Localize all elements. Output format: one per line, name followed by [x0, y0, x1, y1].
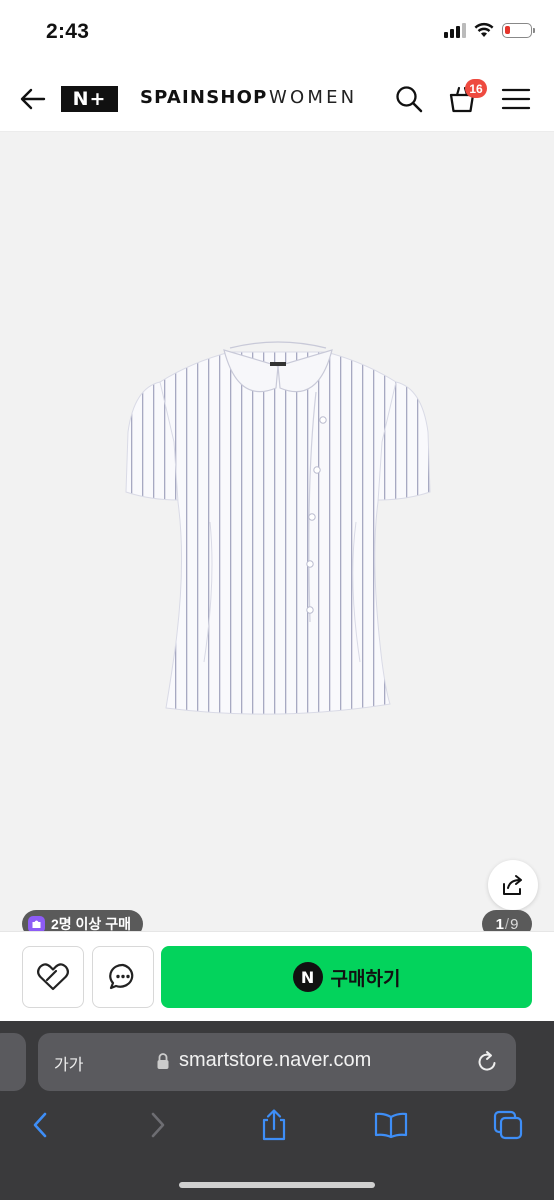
back-button[interactable]: [18, 84, 48, 114]
cart-count-badge: 16: [465, 79, 487, 98]
chat-icon: [109, 963, 134, 990]
cellular-signal-icon: [444, 22, 466, 38]
back-arrow-icon: [20, 88, 46, 110]
share-icon: [262, 1109, 286, 1141]
search-icon: [396, 86, 423, 113]
tabs-icon: [493, 1110, 523, 1140]
purchase-bar: N 구매하기: [0, 931, 554, 1022]
home-indicator[interactable]: [179, 1182, 375, 1188]
forward-icon: [151, 1112, 165, 1138]
status-icons: [444, 22, 535, 38]
buy-button[interactable]: N 구매하기: [161, 946, 532, 1008]
page-current: 1: [495, 915, 504, 933]
heart-icon: [37, 963, 69, 991]
reload-icon: [478, 1051, 496, 1071]
inquiry-button[interactable]: [92, 946, 154, 1008]
status-bar: 2:43: [0, 0, 554, 66]
logo-text: N+: [72, 88, 107, 110]
app-header: N+ SPAINSHOP WOMEN: [0, 66, 554, 132]
product-image-gallery[interactable]: 2명 이상 구매 1/9: [0, 132, 554, 932]
buy-button-label: 구매하기: [330, 968, 401, 990]
url-text: smartstore.naver.com: [179, 1049, 372, 1071]
lock-icon: [157, 1053, 169, 1069]
bookmarks-icon: [374, 1112, 408, 1139]
battery-level: [505, 25, 510, 34]
wifi-icon: [474, 22, 494, 37]
browser-back-button[interactable]: [22, 1107, 58, 1143]
address-bar[interactable]: 가가 smartstore.naver.com: [38, 1033, 516, 1091]
browser-forward-button[interactable]: [140, 1107, 176, 1143]
hamburger-menu-icon: [501, 88, 531, 110]
battery-icon: [502, 22, 535, 38]
wishlist-button[interactable]: [22, 946, 84, 1008]
browser-toolbar: 가가 smartstore.naver.com: [0, 1021, 554, 1200]
page-total: 9: [510, 915, 519, 933]
search-button[interactable]: [393, 83, 425, 115]
reload-button[interactable]: [474, 1049, 500, 1075]
store-category: WOMEN: [269, 87, 358, 108]
share-button[interactable]: [488, 860, 538, 910]
store-name[interactable]: SPAINSHOP: [140, 87, 268, 108]
promo-text: 2명 이상 구매: [51, 916, 131, 932]
image-page-counter: 1/9: [482, 910, 532, 932]
status-time: 2:43: [46, 20, 90, 43]
back-icon: [33, 1112, 47, 1138]
tabs-button[interactable]: [490, 1107, 526, 1143]
browser-share-button[interactable]: [256, 1107, 292, 1143]
bookmarks-button[interactable]: [373, 1107, 409, 1143]
reader-text-size-button[interactable]: 가가: [54, 1051, 83, 1075]
coupon-icon: [28, 915, 45, 932]
menu-button[interactable]: [500, 83, 532, 115]
promo-badge: 2명 이상 구매: [22, 910, 143, 932]
naver-pay-icon: N: [292, 962, 323, 992]
share-icon: [503, 875, 522, 895]
striped-short-sleeve-blouse-image: [125, 341, 431, 715]
brand-logo[interactable]: N+: [61, 86, 118, 112]
previous-tab-preview[interactable]: [0, 1033, 26, 1091]
